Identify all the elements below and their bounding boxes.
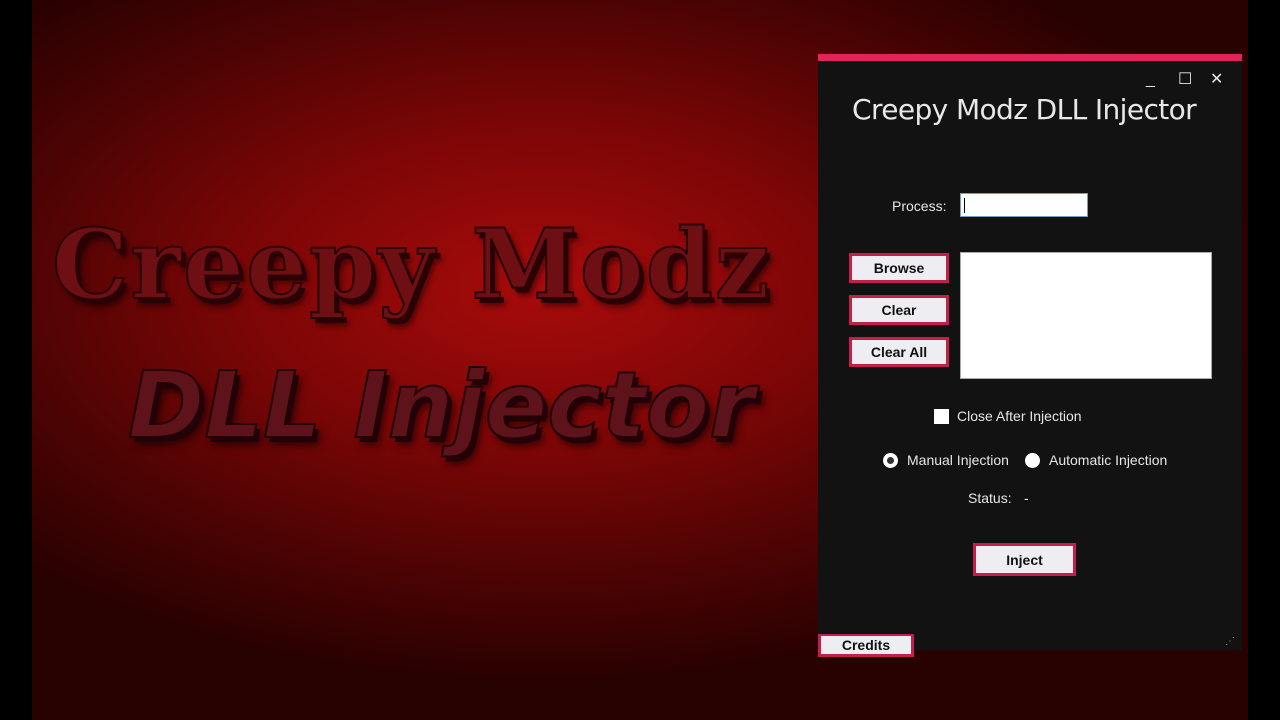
status-label: Status: bbox=[968, 490, 1012, 506]
injector-window: _ ☐ ✕ Creepy Modz DLL Injector Process: … bbox=[818, 54, 1242, 657]
background-headline: Creepy Modz bbox=[51, 207, 772, 322]
process-label: Process: bbox=[892, 198, 947, 214]
resize-grip-icon[interactable]: ⋰ bbox=[1225, 637, 1236, 647]
maximize-button[interactable]: ☐ bbox=[1178, 69, 1192, 89]
close-after-injection-label: Close After Injection bbox=[957, 408, 1082, 424]
minimize-button[interactable]: _ bbox=[1146, 71, 1155, 89]
inject-button[interactable]: Inject bbox=[973, 543, 1076, 576]
text-caret bbox=[964, 198, 965, 213]
manual-injection-radio[interactable] bbox=[883, 453, 898, 468]
status-value: - bbox=[1024, 490, 1029, 506]
close-after-injection-checkbox[interactable] bbox=[934, 409, 949, 424]
browse-button[interactable]: Browse bbox=[849, 253, 949, 283]
credits-button[interactable]: Credits bbox=[818, 634, 914, 657]
automatic-injection-radio[interactable] bbox=[1025, 453, 1040, 468]
close-button[interactable]: ✕ bbox=[1210, 69, 1223, 89]
process-input[interactable] bbox=[960, 193, 1088, 217]
dll-list[interactable] bbox=[960, 252, 1212, 379]
manual-injection-label: Manual Injection bbox=[907, 452, 1009, 468]
clear-button[interactable]: Clear bbox=[849, 295, 949, 325]
clear-all-button[interactable]: Clear All bbox=[849, 337, 949, 367]
window-title: Creepy Modz DLL Injector bbox=[852, 93, 1197, 126]
background-subheadline: DLL Injector bbox=[127, 351, 755, 460]
automatic-injection-label: Automatic Injection bbox=[1049, 452, 1168, 468]
